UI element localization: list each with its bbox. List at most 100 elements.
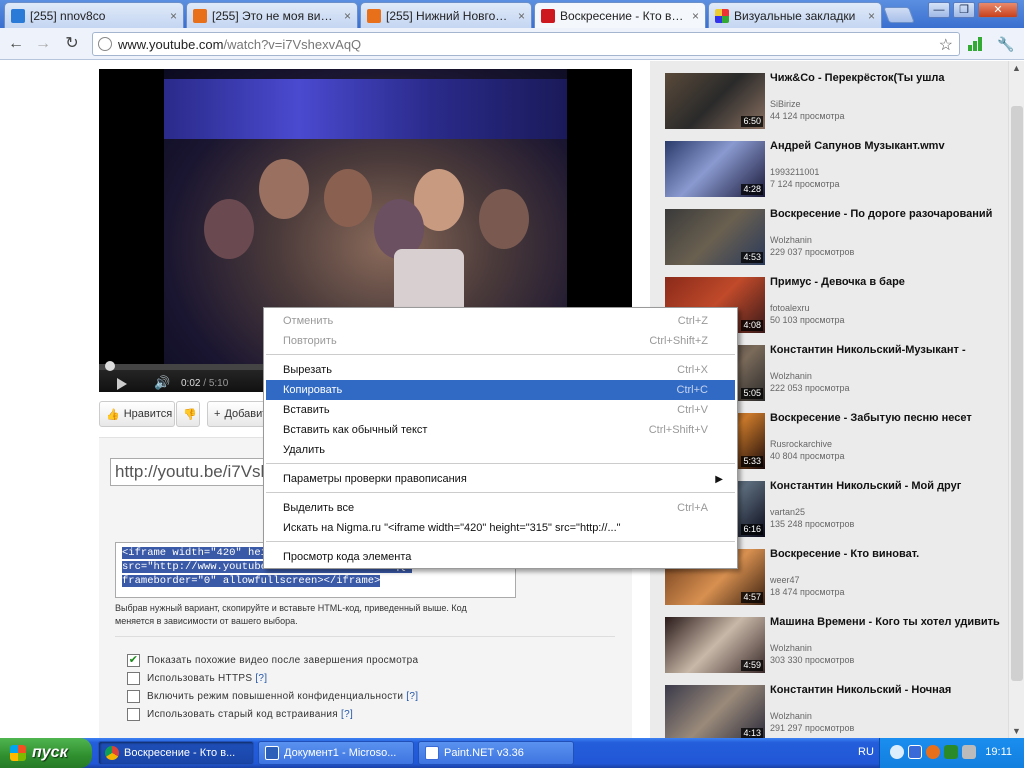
bookmark-star-icon[interactable]: ☆: [939, 35, 953, 55]
back-button[interactable]: ←: [6, 34, 26, 54]
new-tab-button[interactable]: [883, 7, 915, 23]
related-title[interactable]: Чиж&Co - Перекрёсток(Ты ушла: [770, 72, 1000, 85]
option-old-embed[interactable]: Использовать старый код встраивания [?]: [127, 706, 353, 722]
menu-redo[interactable]: Повторить Ctrl+Shift+Z: [266, 331, 735, 351]
close-window-button[interactable]: ✕: [978, 2, 1018, 18]
video-thumbnail[interactable]: 6:50: [665, 73, 765, 129]
duration-badge: 4:53: [741, 252, 763, 263]
menu-separator: [266, 354, 735, 355]
menu-spellcheck[interactable]: Параметры проверки правописания ▶: [266, 469, 735, 489]
tab-nizhny-novgorod[interactable]: [255] Нижний Новгород - ×: [360, 2, 532, 28]
volume-icon[interactable]: 🔊: [154, 375, 170, 391]
menu-separator: [266, 463, 735, 464]
scroll-thumb[interactable]: [1011, 106, 1023, 681]
checkbox[interactable]: [127, 707, 140, 721]
tab-title: [255] Это не моя вина...: [212, 8, 338, 23]
tab-youtube-active[interactable]: Воскресение - Кто виноват ×: [534, 2, 706, 28]
dislike-button[interactable]: 👎: [176, 401, 200, 427]
option-https[interactable]: Использовать HTTPS [?]: [127, 670, 267, 686]
menu-copy[interactable]: Копировать Ctrl+C: [266, 380, 735, 400]
clock[interactable]: 19:11: [985, 746, 1012, 758]
help-link[interactable]: [?]: [255, 673, 267, 684]
taskbar: пуск Воскресение - Кто в... Документ1 - …: [0, 738, 1024, 768]
language-indicator[interactable]: RU: [858, 746, 874, 758]
menu-paste[interactable]: Вставить Ctrl+V: [266, 400, 735, 420]
related-video[interactable]: 4:53 Воскресение - По дороге разочарован…: [665, 208, 1005, 269]
tray-expand-icon[interactable]: [890, 745, 904, 759]
context-menu: Отменить Ctrl+Z Повторить Ctrl+Shift+Z Выр…: [263, 307, 738, 569]
tray-green-icon[interactable]: [944, 745, 958, 759]
like-button[interactable]: 👍 Нравится: [99, 401, 175, 427]
close-tab-icon[interactable]: ×: [518, 9, 525, 23]
address-bar[interactable]: www.youtube.com/watch?v=i7VshexvAqQ ☆: [92, 32, 960, 56]
close-tab-icon[interactable]: ×: [692, 9, 699, 23]
volume-tray-icon[interactable]: [962, 745, 976, 759]
close-tab-icon[interactable]: ×: [170, 9, 177, 23]
menu-search-nigma[interactable]: Искать на Nigma.ru "<iframe width="420" …: [266, 518, 735, 538]
related-video[interactable]: 4:13 Константин Никольский - Ночная Wolz…: [665, 684, 1005, 738]
checkbox[interactable]: [127, 671, 140, 685]
forward-button[interactable]: →: [33, 34, 53, 54]
signal-bars-icon[interactable]: [968, 37, 984, 51]
maximize-button[interactable]: ❐: [953, 2, 975, 18]
reload-button[interactable]: ↻: [62, 34, 82, 54]
related-video[interactable]: 4:28 Андрей Сапунов Музыкант.wmv 1993211…: [665, 140, 1005, 201]
checkbox-checked[interactable]: ✔: [127, 653, 140, 667]
vertical-scrollbar[interactable]: ▲ ▼: [1008, 61, 1024, 738]
related-channel: 1993211001: [770, 167, 820, 177]
related-title[interactable]: Константин Никольский - Ночная: [770, 684, 1000, 697]
help-link[interactable]: [?]: [406, 691, 418, 702]
related-title[interactable]: Примус - Девочка в баре: [770, 276, 1000, 289]
wrench-icon[interactable]: 🔧: [996, 34, 1016, 54]
task-word[interactable]: Документ1 - Microso...: [258, 741, 414, 765]
option-show-related[interactable]: ✔ Показать похожие видео после завершения…: [127, 652, 418, 668]
tray-app-icon[interactable]: [908, 745, 922, 759]
thumbs-down-icon: 👎: [183, 408, 197, 421]
tab-title: [255] nnov8co: [30, 8, 106, 23]
related-video[interactable]: 6:50 Чиж&Co - Перекрёсток(Ты ушла SiBiri…: [665, 72, 1005, 133]
video-thumbnail[interactable]: 4:13: [665, 685, 765, 738]
related-views: 291 297 просмотров: [770, 723, 855, 733]
scroll-down-icon[interactable]: ▼: [1012, 726, 1021, 736]
submenu-arrow-icon: ▶: [715, 473, 723, 485]
duration-badge: 5:05: [741, 388, 763, 399]
menu-select-all[interactable]: Выделить все Ctrl+A: [266, 498, 735, 518]
menu-delete[interactable]: Удалить: [266, 440, 735, 460]
menu-cut[interactable]: Вырезать Ctrl+X: [266, 360, 735, 380]
duration-badge: 4:57: [741, 592, 763, 603]
seek-handle[interactable]: [105, 361, 115, 371]
related-video[interactable]: 4:59 Машина Времени - Кого ты хотел удив…: [665, 616, 1005, 677]
related-title[interactable]: Воскресение - Кто виноват.: [770, 548, 1000, 561]
minimize-button[interactable]: —: [928, 2, 950, 18]
video-thumbnail[interactable]: 4:59: [665, 617, 765, 673]
related-title[interactable]: Воскресение - По дороге разочарований: [770, 208, 1000, 221]
tab-not-my-fault[interactable]: [255] Это не моя вина... ×: [186, 2, 358, 28]
menu-paste-plain[interactable]: Вставить как обычный текст Ctrl+Shift+V: [266, 420, 735, 440]
play-icon[interactable]: [117, 378, 127, 390]
tab-visual-bookmarks[interactable]: Визуальные закладки ×: [708, 2, 882, 28]
menu-undo[interactable]: Отменить Ctrl+Z: [266, 311, 735, 331]
url-text[interactable]: www.youtube.com/watch?v=i7VshexvAqQ: [118, 37, 361, 52]
tab-nnov8co[interactable]: [255] nnov8co ×: [4, 2, 184, 28]
related-title[interactable]: Машина Времени - Кого ты хотел удивить: [770, 616, 1000, 629]
related-title[interactable]: Андрей Сапунов Музыкант.wmv: [770, 140, 1000, 153]
menu-inspect[interactable]: Просмотр кода элемента: [266, 547, 735, 567]
task-paintnet[interactable]: Paint.NET v3.36: [418, 741, 574, 765]
video-thumbnail[interactable]: 4:28: [665, 141, 765, 197]
close-tab-icon[interactable]: ×: [868, 9, 875, 23]
scroll-up-icon[interactable]: ▲: [1012, 63, 1021, 73]
duration-badge: 4:08: [741, 320, 763, 331]
related-title[interactable]: Константин Никольский-Музыкант -: [770, 344, 1000, 357]
option-privacy[interactable]: Включить режим повышенной конфиденциальн…: [127, 688, 418, 704]
video-thumbnail[interactable]: 4:53: [665, 209, 765, 265]
close-tab-icon[interactable]: ×: [344, 9, 351, 23]
task-chrome[interactable]: Воскресение - Кто в...: [98, 741, 254, 765]
time-display: 0:02 / 5:10: [181, 378, 229, 389]
related-title[interactable]: Константин Никольский - Мой друг: [770, 480, 1000, 493]
help-link[interactable]: [?]: [341, 709, 353, 720]
menu-separator: [266, 492, 735, 493]
tray-orange-icon[interactable]: [926, 745, 940, 759]
checkbox[interactable]: [127, 689, 140, 703]
start-button[interactable]: пуск: [0, 738, 92, 768]
related-title[interactable]: Воскресение - Забытую песню несет: [770, 412, 1000, 425]
